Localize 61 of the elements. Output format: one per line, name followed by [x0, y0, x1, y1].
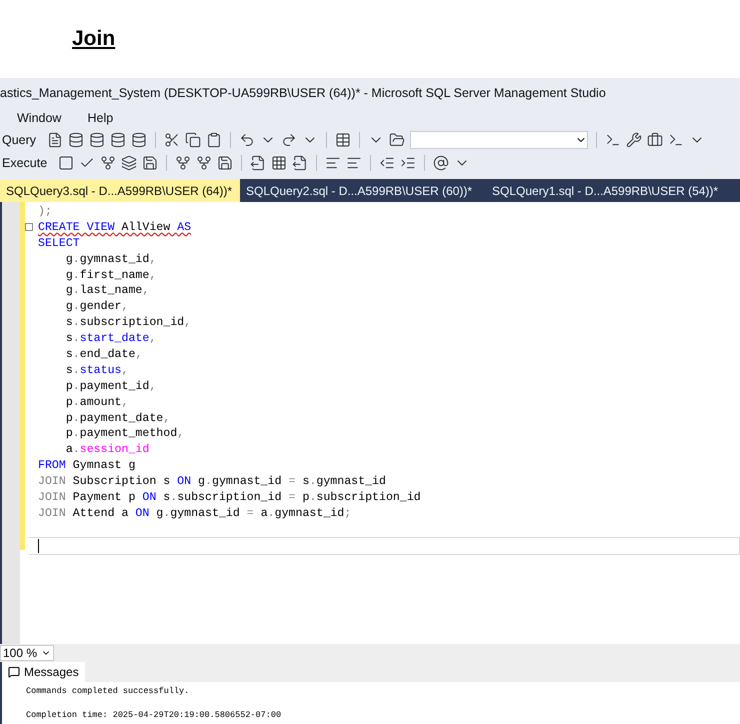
paste-icon[interactable]: [206, 132, 222, 148]
new-query-button[interactable]: Query: [0, 132, 42, 146]
database-icon[interactable]: [89, 132, 106, 148]
menu-item[interactable]: Help: [87, 111, 114, 125]
zoom-dropdown[interactable]: 100 %: [0, 645, 54, 661]
code-line: );: [37, 204, 53, 220]
table-icon[interactable]: [335, 132, 352, 148]
wrench-icon[interactable]: [626, 132, 642, 148]
undo-icon[interactable]: [239, 132, 256, 148]
save-icon[interactable]: [217, 154, 234, 170]
database-icon[interactable]: [110, 132, 126, 148]
code-line: p.payment_id,: [64, 378, 158, 395]
menu-item[interactable]: Window: [17, 111, 62, 125]
code-line: g.gymnast_id,: [64, 252, 158, 268]
code-line: SELECT: [37, 236, 81, 252]
execute-button[interactable]: Execute: [0, 156, 54, 170]
code-line: JOIN Payment p ON s.subscription_id = p.subscription_id: [37, 490, 422, 506]
code-line: JOIN Attend a ON g.gymnast_id = a.gymnast_id;: [37, 506, 352, 522]
grid-icon[interactable]: [271, 154, 288, 170]
window-title: astics_Management_System (DESKTOP-UA599RB\USER (64))* - Microsoft SQL Server Management Studio: [0, 85, 607, 102]
messages-tab[interactable]: Messages: [2, 662, 85, 682]
stop-icon[interactable]: [58, 154, 74, 170]
message-line: Completion time: 2025-04-29T20:19:00.5806552-07:00: [25, 710, 282, 720]
cut-icon[interactable]: [164, 132, 180, 148]
diagram-icon[interactable]: [175, 154, 192, 170]
folder-icon[interactable]: [389, 132, 406, 148]
code-line: CREATE VIEW AllView AS: [29, 220, 740, 236]
code-line: p.amount,: [64, 394, 130, 411]
database-icon[interactable]: [131, 132, 148, 148]
at-sign-icon[interactable]: [433, 154, 450, 170]
code-line: g.first_name,: [64, 268, 158, 284]
query-tab[interactable]: SQLQuery2.sql - D...A599RB\USER (60))*: [240, 179, 486, 202]
document-icon[interactable]: [47, 132, 64, 148]
diagram-icon[interactable]: [196, 154, 212, 170]
query-tab[interactable]: SQLQuery1.sql - D...A599RB\USER (54))*: [486, 179, 732, 202]
save-icon[interactable]: [142, 154, 158, 170]
dropdown-field[interactable]: [410, 130, 588, 148]
code-line: g.gender,: [64, 299, 130, 316]
briefcase-icon[interactable]: [647, 132, 664, 148]
collapse-icon[interactable]: [25, 222, 33, 231]
code-line: a.session_id: [64, 442, 150, 458]
code-line: p.payment_date,: [64, 410, 172, 426]
code-line: JOIN Subscription s ON g.gymnast_id = s.gymnast_id: [37, 474, 387, 490]
code-line: s.status,: [64, 362, 130, 379]
redo-icon[interactable]: [281, 132, 298, 148]
heading: Join: [72, 27, 116, 51]
copy-icon[interactable]: [185, 132, 202, 148]
diagram-icon[interactable]: [100, 154, 116, 170]
layers-icon[interactable]: [121, 154, 138, 170]
code-line: s.start_date,: [64, 331, 158, 348]
messages-icon: [8, 666, 20, 678]
code-line: s.subscription_id,: [64, 315, 192, 332]
query-tab[interactable]: SQLQuery3.sql - D...A599RB\USER (64))*: [0, 179, 240, 202]
message-line: Commands completed successfully.: [25, 686, 190, 696]
code-line: g.last_name,: [64, 283, 150, 300]
output-icon[interactable]: [292, 154, 308, 170]
output-icon[interactable]: [250, 154, 266, 170]
code-line: p.payment_method,: [64, 426, 186, 442]
code-line: s.end_date,: [64, 347, 144, 363]
database-icon[interactable]: [68, 132, 84, 148]
code-line: FROM Gymnast g: [37, 458, 136, 474]
